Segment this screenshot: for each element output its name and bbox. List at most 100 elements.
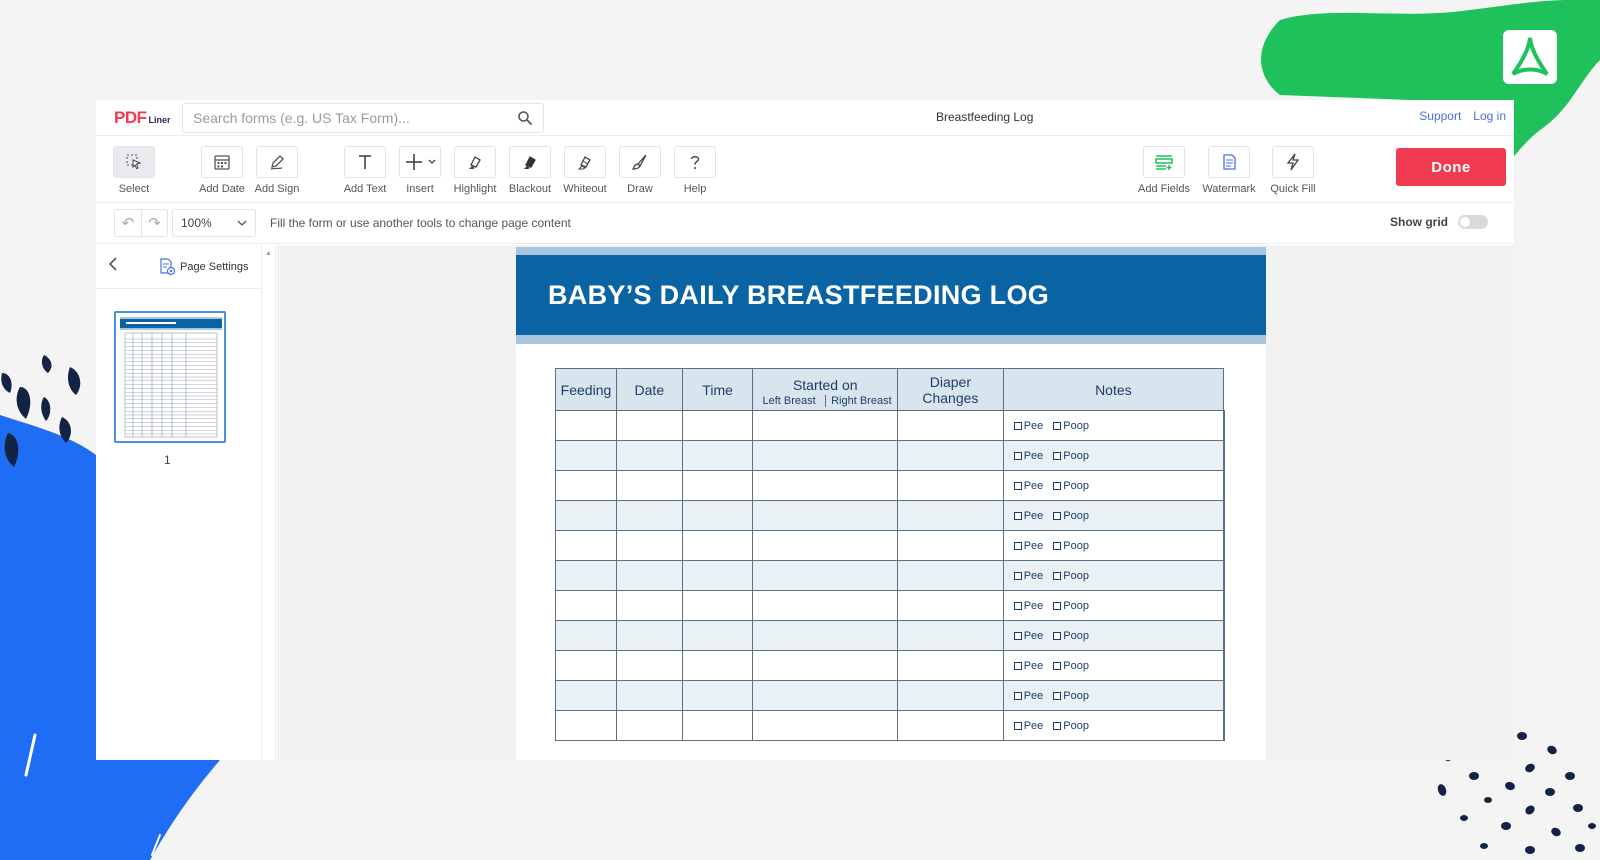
right-breast-cell[interactable] <box>897 530 1004 561</box>
watermark-button[interactable]: Watermark <box>1200 146 1258 195</box>
feeding-cell[interactable] <box>555 560 617 591</box>
date-cell[interactable] <box>615 410 683 441</box>
pee-option[interactable]: Pee <box>1013 630 1043 642</box>
left-breast-cell[interactable] <box>752 710 899 741</box>
pee-checkbox[interactable] <box>1013 451 1022 460</box>
pdfliner-logo[interactable]: PDF Liner <box>114 108 182 128</box>
poop-option[interactable]: Poop <box>1053 600 1089 612</box>
pee-checkbox[interactable] <box>1013 481 1022 490</box>
time-cell[interactable] <box>681 410 754 441</box>
date-cell[interactable] <box>615 680 683 711</box>
poop-option[interactable]: Poop <box>1053 690 1089 702</box>
right-breast-cell[interactable] <box>897 410 1004 441</box>
add-fields-button[interactable]: Add Fields <box>1135 146 1193 195</box>
poop-option[interactable]: Poop <box>1053 450 1089 462</box>
help-button[interactable]: Help <box>666 146 724 195</box>
pee-option[interactable]: Pee <box>1013 420 1043 432</box>
right-breast-cell[interactable] <box>897 560 1004 591</box>
poop-checkbox[interactable] <box>1053 721 1062 730</box>
notes-cell[interactable] <box>1223 440 1225 471</box>
poop-checkbox[interactable] <box>1053 511 1062 520</box>
right-breast-cell[interactable] <box>897 650 1004 681</box>
add-text-button[interactable]: Add Text <box>336 146 394 195</box>
poop-option[interactable]: Poop <box>1053 720 1089 732</box>
show-grid-toggle[interactable] <box>1458 215 1488 229</box>
poop-checkbox[interactable] <box>1053 631 1062 640</box>
notes-cell[interactable] <box>1223 470 1225 501</box>
left-breast-cell[interactable] <box>752 410 899 441</box>
time-cell[interactable] <box>681 590 754 621</box>
feeding-cell[interactable] <box>555 590 617 621</box>
scroll-up-icon[interactable]: ▲ <box>265 250 272 257</box>
poop-option[interactable]: Poop <box>1053 420 1089 432</box>
notes-cell[interactable] <box>1223 410 1225 441</box>
insert-button[interactable]: Insert <box>391 146 449 195</box>
pee-option[interactable]: Pee <box>1013 570 1043 582</box>
poop-option[interactable]: Poop <box>1053 570 1089 582</box>
feeding-cell[interactable] <box>555 620 617 651</box>
notes-cell[interactable] <box>1223 500 1225 531</box>
pee-checkbox[interactable] <box>1013 721 1022 730</box>
right-breast-cell[interactable] <box>897 620 1004 651</box>
feeding-cell[interactable] <box>555 530 617 561</box>
left-breast-cell[interactable] <box>752 470 899 501</box>
notes-cell[interactable] <box>1223 620 1225 651</box>
date-cell[interactable] <box>615 620 683 651</box>
feeding-cell[interactable] <box>555 680 617 711</box>
feeding-cell[interactable] <box>555 410 617 441</box>
time-cell[interactable] <box>681 440 754 471</box>
poop-option[interactable]: Poop <box>1053 630 1089 642</box>
pee-option[interactable]: Pee <box>1013 540 1043 552</box>
pee-checkbox[interactable] <box>1013 541 1022 550</box>
pee-option[interactable]: Pee <box>1013 510 1043 522</box>
date-cell[interactable] <box>615 500 683 531</box>
login-link[interactable]: Log in <box>1473 109 1506 123</box>
pee-option[interactable]: Pee <box>1013 660 1043 672</box>
zoom-select[interactable]: 100% <box>172 209 256 237</box>
right-breast-cell[interactable] <box>897 500 1004 531</box>
pee-checkbox[interactable] <box>1013 691 1022 700</box>
pee-checkbox[interactable] <box>1013 571 1022 580</box>
undo-icon[interactable]: ↶ <box>115 210 141 236</box>
redo-icon[interactable]: ↷ <box>141 210 167 236</box>
right-breast-cell[interactable] <box>897 590 1004 621</box>
feeding-cell[interactable] <box>555 440 617 471</box>
feeding-cell[interactable] <box>555 500 617 531</box>
support-link[interactable]: Support <box>1419 109 1461 123</box>
search-input[interactable] <box>193 109 517 126</box>
pee-checkbox[interactable] <box>1013 511 1022 520</box>
notes-cell[interactable] <box>1223 680 1225 711</box>
notes-cell[interactable] <box>1223 710 1225 741</box>
left-breast-cell[interactable] <box>752 680 899 711</box>
pee-checkbox[interactable] <box>1013 631 1022 640</box>
notes-cell[interactable] <box>1223 530 1225 561</box>
poop-option[interactable]: Poop <box>1053 510 1089 522</box>
date-cell[interactable] <box>615 530 683 561</box>
date-cell[interactable] <box>615 710 683 741</box>
date-cell[interactable] <box>615 440 683 471</box>
right-breast-cell[interactable] <box>897 440 1004 471</box>
feeding-cell[interactable] <box>555 650 617 681</box>
time-cell[interactable] <box>681 710 754 741</box>
blackout-button[interactable]: Blackout <box>501 146 559 195</box>
time-cell[interactable] <box>681 500 754 531</box>
add-date-button[interactable]: Add Date <box>193 146 251 195</box>
left-breast-cell[interactable] <box>752 590 899 621</box>
left-breast-cell[interactable] <box>752 530 899 561</box>
page-thumbnail[interactable] <box>114 311 226 443</box>
poop-checkbox[interactable] <box>1053 481 1062 490</box>
left-breast-cell[interactable] <box>752 440 899 471</box>
feeding-cell[interactable] <box>555 470 617 501</box>
right-breast-cell[interactable] <box>897 710 1004 741</box>
pee-option[interactable]: Pee <box>1013 480 1043 492</box>
poop-option[interactable]: Poop <box>1053 480 1089 492</box>
notes-cell[interactable] <box>1223 650 1225 681</box>
poop-checkbox[interactable] <box>1053 421 1062 430</box>
date-cell[interactable] <box>615 590 683 621</box>
pee-option[interactable]: Pee <box>1013 600 1043 612</box>
left-breast-cell[interactable] <box>752 500 899 531</box>
time-cell[interactable] <box>681 650 754 681</box>
poop-option[interactable]: Poop <box>1053 540 1089 552</box>
pee-option[interactable]: Pee <box>1013 720 1043 732</box>
page-settings-button[interactable]: Page Settings <box>158 258 249 276</box>
